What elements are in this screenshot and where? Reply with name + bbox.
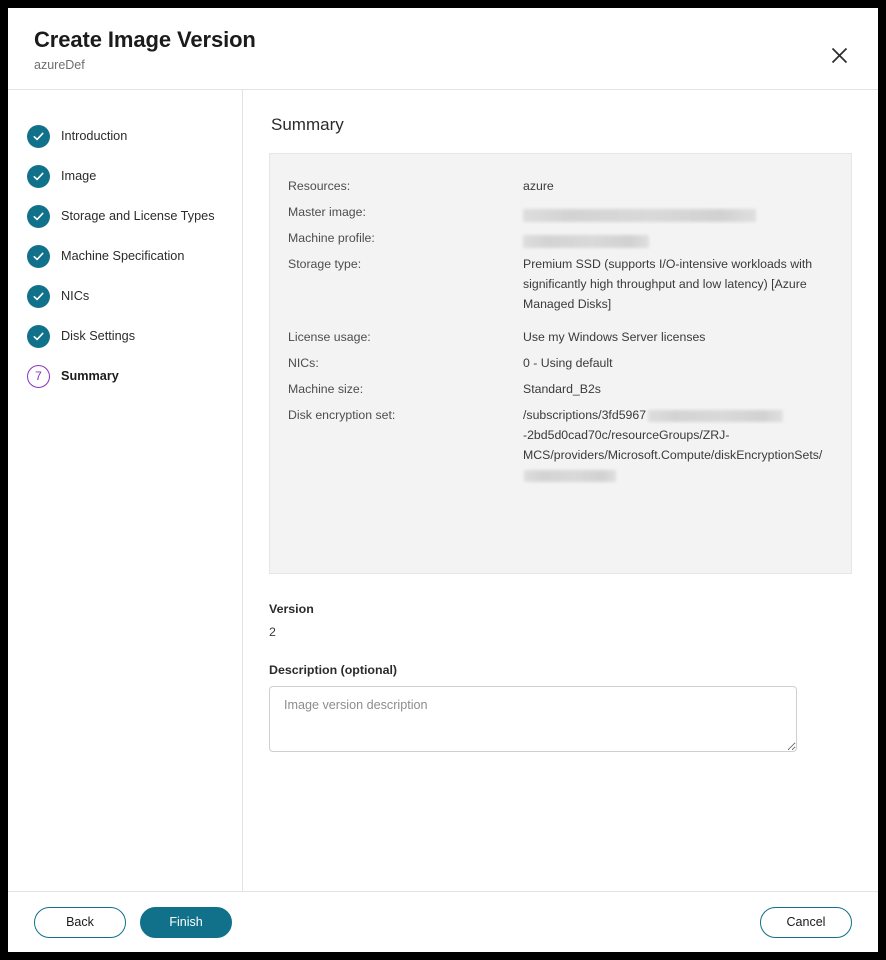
summary-label: Resources:	[288, 179, 351, 193]
check-circle-icon	[27, 164, 50, 188]
summary-value: 0 - Using default	[523, 356, 613, 370]
summary-label: NICs:	[288, 356, 319, 370]
summary-label: Machine size:	[288, 382, 364, 396]
sidebar-item-label: NICs	[61, 289, 90, 303]
page-title: Create Image Version	[34, 27, 256, 52]
summary-label: Machine profile:	[288, 231, 375, 245]
wizard-steps-sidebar: Introduction Image Storage and License T…	[8, 90, 243, 891]
sidebar-item-label: Disk Settings	[61, 329, 136, 343]
version-field: Version 2	[269, 600, 852, 642]
summary-row-machine-size: Machine size: Standard_B2s	[288, 377, 829, 401]
cancel-button[interactable]: Cancel	[760, 906, 852, 938]
summary-panel: Summary Resources: azure Master image: M…	[243, 90, 878, 891]
summary-value: Premium SSD (supports I/O-intensive work…	[523, 257, 813, 311]
summary-row-storage-type: Storage type: Premium SSD (supports I/O-…	[288, 252, 829, 314]
summary-label: Storage type:	[288, 257, 362, 271]
check-circle-icon	[27, 284, 50, 308]
dialog-subtitle: azureDef	[34, 58, 85, 72]
summary-value: azure	[523, 179, 554, 193]
finish-button[interactable]: Finish	[140, 906, 232, 938]
summary-row-nics: NICs: 0 - Using default	[288, 351, 829, 375]
section-heading: Summary	[271, 115, 344, 134]
back-button[interactable]: Back	[34, 906, 126, 938]
check-circle-icon	[27, 124, 50, 148]
check-circle-icon	[27, 244, 50, 268]
version-label: Version	[269, 602, 314, 616]
close-icon	[831, 47, 848, 64]
sidebar-item-label: Introduction	[61, 129, 128, 143]
dialog-body: Introduction Image Storage and License T…	[8, 90, 878, 892]
summary-value	[523, 200, 829, 224]
summary-label: Disk encryption set:	[288, 408, 396, 422]
dialog-header: Create Image Version azureDef	[8, 8, 878, 90]
summary-label: License usage:	[288, 330, 371, 344]
sidebar-item-label: Summary	[61, 369, 119, 383]
close-button[interactable]	[818, 34, 860, 76]
description-input[interactable]	[269, 686, 797, 752]
version-value: 2	[269, 625, 276, 639]
sidebar-item-machine-specification[interactable]: Machine Specification	[8, 236, 242, 276]
summary-details-box: Resources: azure Master image: Machine p…	[269, 153, 852, 574]
sidebar-item-introduction[interactable]: Introduction	[8, 116, 242, 156]
summary-row-resources: Resources: azure	[288, 174, 829, 198]
disk-encryption-set-suffix: -2bd5d0cad70c/resourceGroups/ZRJ-MCS/pro…	[523, 428, 823, 462]
dialog-footer: Back Finish Cancel	[8, 892, 878, 952]
sidebar-item-image[interactable]: Image	[8, 156, 242, 196]
summary-value: /subscriptions/3fd5967 -2bd5d0cad70c/reso…	[523, 403, 829, 485]
check-circle-icon	[27, 204, 50, 228]
create-image-version-dialog: Create Image Version azureDef Introducti…	[8, 8, 878, 952]
description-field: Description (optional)	[269, 661, 852, 752]
summary-value: Standard_B2s	[523, 382, 601, 396]
step-number-badge: 7	[27, 364, 50, 388]
summary-row-license-usage: License usage: Use my Windows Server lic…	[288, 325, 829, 349]
redacted-value-bar	[524, 469, 616, 482]
redacted-value-bar	[648, 409, 784, 422]
summary-row-master-image: Master image:	[288, 200, 829, 224]
redacted-value-bar	[523, 234, 649, 248]
sidebar-item-nics[interactable]: NICs	[8, 276, 242, 316]
sidebar-item-summary[interactable]: 7 Summary	[8, 356, 242, 396]
sidebar-item-label: Machine Specification	[61, 249, 185, 263]
sidebar-item-label: Image	[61, 169, 97, 183]
redacted-value-bar	[523, 208, 756, 222]
sidebar-item-storage-and-license-types[interactable]: Storage and License Types	[8, 196, 242, 236]
summary-row-machine-profile: Machine profile:	[288, 226, 829, 250]
sidebar-item-disk-settings[interactable]: Disk Settings	[8, 316, 242, 356]
summary-value	[523, 226, 829, 250]
disk-encryption-set-prefix: /subscriptions/3fd5967	[523, 408, 647, 422]
summary-label: Master image:	[288, 205, 366, 219]
summary-value: Use my Windows Server licenses	[523, 330, 706, 344]
description-label: Description (optional)	[269, 663, 398, 677]
check-circle-icon	[27, 324, 50, 348]
sidebar-item-label: Storage and License Types	[61, 209, 215, 223]
summary-row-disk-encryption-set: Disk encryption set: /subscriptions/3fd5…	[288, 403, 829, 485]
